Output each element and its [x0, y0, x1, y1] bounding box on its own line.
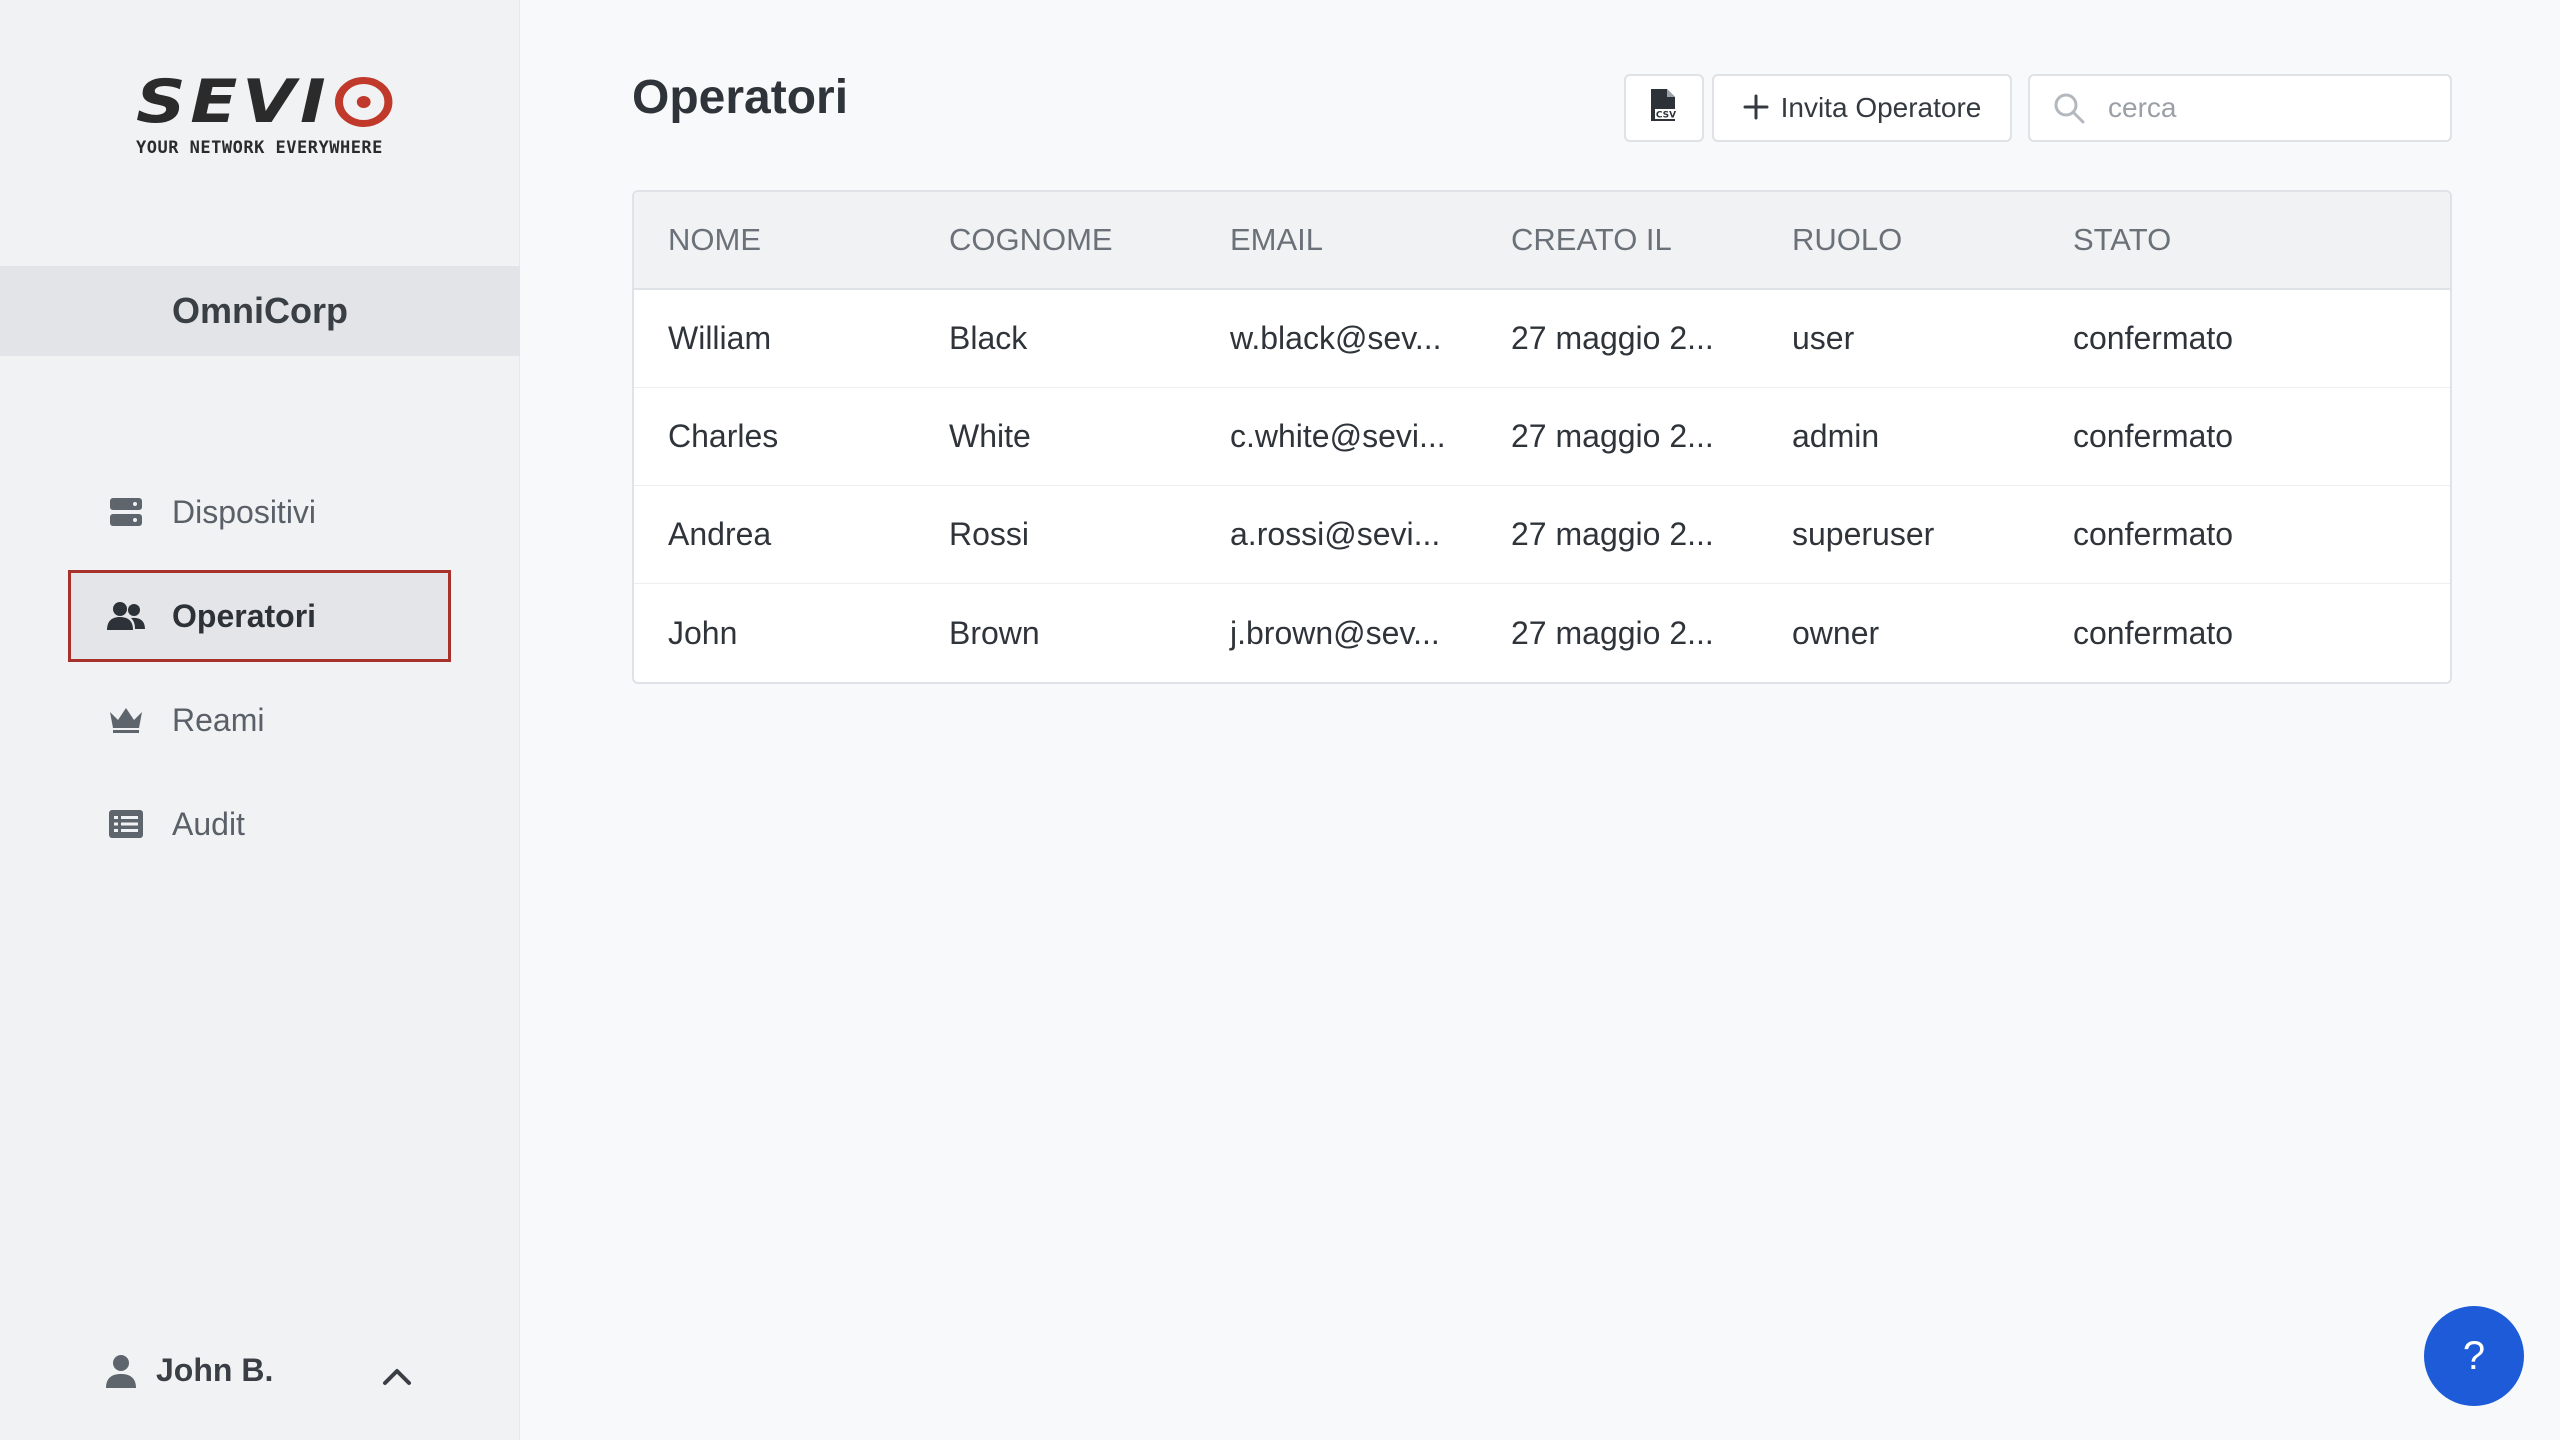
chevron-up-icon[interactable]: [380, 1364, 414, 1388]
sevio-logo[interactable]: SEVI YOUR NETWORK EVERYWHERE: [136, 72, 393, 158]
table-header: NOME COGNOME EMAIL CREATO IL RUOLO STATO: [634, 192, 2450, 290]
cell-stato: confermato: [2073, 614, 2234, 651]
cell-cognome: Rossi: [949, 516, 1030, 552]
table-row[interactable]: Andrea Rossi a.rossi@sevi... 27 maggio 2…: [634, 486, 2450, 584]
csv-file-icon: CSV: [1649, 87, 1679, 130]
cell-nome: Andrea: [668, 516, 772, 552]
cell-email: w.black@sev...: [1230, 320, 1442, 356]
cell-cognome: White: [949, 418, 1031, 454]
cell-ruolo: user: [1792, 320, 1855, 356]
svg-text:CSV: CSV: [1656, 110, 1676, 120]
cell-stato: confermato: [2073, 418, 2234, 454]
help-button[interactable]: ?: [2424, 1306, 2524, 1406]
sidebar-item-reami[interactable]: Reami: [68, 674, 451, 766]
crown-icon: [106, 700, 146, 740]
column-header-email[interactable]: EMAIL: [1196, 222, 1477, 258]
cell-ruolo: owner: [1792, 614, 1880, 651]
cell-email: j.brown@sev...: [1230, 614, 1440, 651]
cell-stato: confermato: [2073, 320, 2234, 356]
table-row[interactable]: Charles White c.white@sevi... 27 maggio …: [634, 388, 2450, 486]
cell-nome: John: [668, 614, 738, 651]
column-header-ruolo[interactable]: RUOLO: [1758, 222, 2039, 258]
sidebar-item-audit[interactable]: Audit: [68, 778, 451, 870]
page-title: Operatori: [632, 71, 849, 124]
list-icon: [106, 804, 146, 844]
invite-operator-label: Invita Operatore: [1780, 92, 1982, 123]
invite-operator-button[interactable]: Invita Operatore: [1712, 74, 2012, 142]
user-menu[interactable]: John B.: [104, 1352, 273, 1389]
table-row[interactable]: William Black w.black@sev... 27 maggio 2…: [634, 290, 2450, 388]
sidebar-item-label: Operatori: [172, 597, 317, 634]
cell-ruolo: superuser: [1792, 516, 1935, 552]
operators-table: NOME COGNOME EMAIL CREATO IL RUOLO STATO…: [632, 190, 2452, 684]
logo-target-icon: [334, 77, 393, 127]
sidebar-item-label: Audit: [172, 805, 245, 842]
column-header-stato[interactable]: STATO: [2039, 222, 2449, 258]
cell-cognome: Black: [949, 320, 1028, 356]
users-icon: [106, 596, 146, 636]
sidebar-item-label: Dispositivi: [172, 493, 317, 530]
user-icon: [104, 1354, 138, 1388]
user-name: John B.: [156, 1352, 274, 1388]
cell-email: c.white@sevi...: [1230, 418, 1446, 454]
logo-wordmark: SEVI: [136, 72, 424, 132]
cell-email: a.rossi@sevi...: [1230, 516, 1441, 552]
cell-nome: Charles: [668, 418, 779, 454]
search-box[interactable]: [2028, 74, 2452, 142]
table-row[interactable]: John Brown j.brown@sev... 27 maggio 2...…: [634, 584, 2450, 682]
organization-name[interactable]: OmniCorp: [0, 266, 520, 356]
plus-icon: [1743, 90, 1769, 126]
cell-creato-il: 27 maggio 2...: [1511, 418, 1714, 454]
search-icon: [2052, 91, 2086, 125]
logo-tagline: YOUR NETWORK EVERYWHERE: [136, 138, 383, 158]
logo-text: SEVI: [136, 67, 331, 137]
sidebar-item-dispositivi[interactable]: Dispositivi: [68, 466, 451, 558]
export-csv-button[interactable]: CSV: [1624, 74, 1704, 142]
cell-creato-il: 27 maggio 2...: [1511, 614, 1714, 651]
column-header-cognome[interactable]: COGNOME: [915, 222, 1196, 258]
search-input[interactable]: [2108, 92, 2428, 124]
cell-stato: confermato: [2073, 516, 2234, 552]
sidebar: SEVI YOUR NETWORK EVERYWHERE OmniCorp Di…: [0, 0, 520, 1440]
sidebar-item-label: Reami: [172, 701, 265, 738]
cell-cognome: Brown: [949, 614, 1040, 651]
cell-nome: William: [668, 320, 772, 356]
cell-ruolo: admin: [1792, 418, 1880, 454]
sidebar-item-operatori[interactable]: Operatori: [68, 570, 451, 662]
column-header-nome[interactable]: NOME: [634, 222, 915, 258]
cell-creato-il: 27 maggio 2...: [1511, 516, 1714, 552]
column-header-creato-il[interactable]: CREATO IL: [1477, 222, 1758, 258]
server-icon: [106, 492, 146, 532]
cell-creato-il: 27 maggio 2...: [1511, 320, 1714, 356]
